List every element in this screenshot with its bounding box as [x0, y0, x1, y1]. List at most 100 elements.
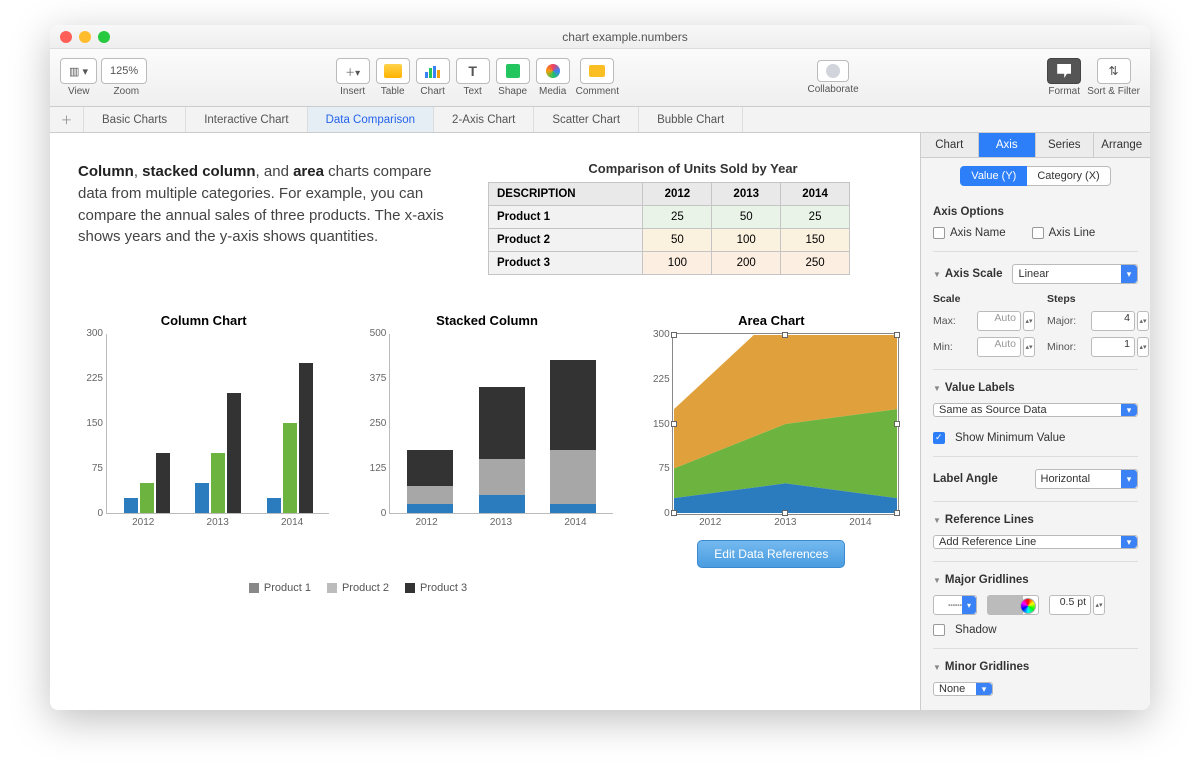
axis-name-label: Axis Name: [950, 227, 1006, 239]
minor-gridlines-disclosure[interactable]: Minor Gridlines: [933, 661, 1138, 673]
toolbar: ▥ ▾ 125% View Zoom ＋▾ Insert Table Chart T…: [50, 49, 1150, 107]
minimize-icon[interactable]: [79, 31, 91, 43]
text-icon: T: [468, 63, 477, 79]
view-label: View: [68, 86, 90, 97]
scale-max-stepper[interactable]: ▴▾: [1023, 311, 1035, 331]
steps-minor-stepper[interactable]: ▴▾: [1137, 337, 1149, 357]
gridline-color-well[interactable]: [987, 595, 1039, 615]
axis-scale-disclosure[interactable]: Axis Scale: [933, 268, 1002, 280]
show-min-label: Show Minimum Value: [955, 432, 1065, 444]
format-label: Format: [1048, 86, 1080, 97]
window: chart example.numbers ▥ ▾ 125% View Zoom …: [50, 25, 1150, 710]
chart-title: Area Chart: [645, 313, 898, 328]
shape-label: Shape: [498, 86, 527, 97]
sheet-tab[interactable]: Interactive Chart: [186, 107, 307, 132]
insert-button[interactable]: ＋▾: [336, 58, 370, 84]
canvas[interactable]: Column, stacked column, and area charts …: [50, 133, 920, 710]
axis-subtab[interactable]: Category (X): [1027, 166, 1110, 186]
chart-title: Column Chart: [78, 313, 329, 328]
zoom-button[interactable]: 125%: [101, 58, 147, 84]
area-chart-selected[interactable]: 300225150750: [673, 334, 898, 514]
sheet-tab[interactable]: 2-Axis Chart: [434, 107, 534, 132]
scale-header: Scale: [933, 293, 1035, 305]
scale-min-input[interactable]: Auto: [977, 337, 1021, 357]
zoom-label: Zoom: [114, 86, 140, 97]
steps-major-input[interactable]: 4: [1091, 311, 1135, 331]
media-label: Media: [539, 86, 566, 97]
chart-icon: [425, 64, 440, 78]
scale-max-input[interactable]: Auto: [977, 311, 1021, 331]
sheet-tabs: ＋ Basic ChartsInteractive ChartData Comp…: [50, 107, 1150, 133]
table-icon: [384, 64, 402, 78]
chart-label: Chart: [420, 86, 444, 97]
data-table[interactable]: DESCRIPTION201220132014Product 1255025Pr…: [488, 182, 850, 275]
major-gridlines-disclosure[interactable]: Major Gridlines: [933, 574, 1138, 586]
axis-line-checkbox[interactable]: [1032, 227, 1044, 239]
value-labels-select[interactable]: Same as Source Data: [933, 403, 1138, 417]
chart-legend: Product 1Product 2Product 3: [78, 582, 638, 594]
fullscreen-icon[interactable]: [98, 31, 110, 43]
add-sheet-button[interactable]: ＋: [50, 107, 84, 132]
shape-icon: [506, 64, 520, 78]
view-button[interactable]: ▥ ▾: [60, 58, 97, 84]
minor-gridlines-select[interactable]: None: [933, 682, 993, 696]
label-angle-label: Label Angle: [933, 473, 1025, 485]
add-reference-line-select[interactable]: Add Reference Line: [933, 535, 1138, 549]
edit-data-references-button[interactable]: Edit Data References: [697, 540, 845, 568]
table-label: Table: [381, 86, 405, 97]
sheet-tab[interactable]: Basic Charts: [84, 107, 186, 132]
shadow-checkbox[interactable]: [933, 624, 945, 636]
collaborate-label: Collaborate: [808, 84, 859, 95]
shape-button[interactable]: [496, 58, 530, 84]
sort-filter-button[interactable]: ⇅: [1097, 58, 1131, 84]
comment-label: Comment: [576, 86, 619, 97]
gridline-style-select[interactable]: ┄┄: [933, 595, 977, 615]
comment-icon: [589, 65, 605, 77]
shadow-label: Shadow: [955, 624, 997, 636]
axis-name-checkbox[interactable]: [933, 227, 945, 239]
axis-line-label: Axis Line: [1049, 227, 1096, 239]
steps-minor-input[interactable]: 1: [1091, 337, 1135, 357]
media-icon: [546, 64, 560, 78]
media-button[interactable]: [536, 58, 570, 84]
show-min-checkbox[interactable]: [933, 432, 945, 444]
titlebar: chart example.numbers: [50, 25, 1150, 49]
inspector: ChartAxisSeriesArrange Value (Y)Category…: [920, 133, 1150, 710]
text-label: Text: [463, 86, 481, 97]
inspector-tab[interactable]: Series: [1036, 133, 1094, 158]
inspector-tab[interactable]: Arrange: [1094, 133, 1151, 158]
collaborate-button[interactable]: [817, 60, 849, 82]
steps-major-stepper[interactable]: ▴▾: [1137, 311, 1149, 331]
comment-button[interactable]: [580, 58, 614, 84]
sheet-tab[interactable]: Bubble Chart: [639, 107, 743, 132]
chart-button[interactable]: [416, 58, 450, 84]
axis-subtab[interactable]: Value (Y): [960, 166, 1027, 186]
area-chart[interactable]: Area Chart 300225150750 201220132014 Edi…: [645, 313, 898, 568]
inspector-tab[interactable]: Chart: [921, 133, 979, 158]
scale-min-stepper[interactable]: ▴▾: [1023, 337, 1035, 357]
close-icon[interactable]: [60, 31, 72, 43]
insert-label: Insert: [340, 86, 365, 97]
intro-text: Column, stacked column, and area charts …: [78, 161, 458, 275]
inspector-tab[interactable]: Axis: [979, 133, 1037, 158]
label-angle-select[interactable]: Horizontal: [1035, 469, 1139, 489]
column-chart[interactable]: Column Chart 300225150750 201220132014: [78, 313, 329, 568]
reference-lines-disclosure[interactable]: Reference Lines: [933, 514, 1138, 526]
collaborate-icon: [826, 64, 840, 78]
format-button[interactable]: [1047, 58, 1081, 84]
gridline-width-stepper[interactable]: ▴▾: [1093, 595, 1105, 615]
text-button[interactable]: T: [456, 58, 490, 84]
sheet-tab[interactable]: Scatter Chart: [534, 107, 639, 132]
stacked-column-chart[interactable]: Stacked Column 5003752501250 20122013201…: [361, 313, 612, 568]
format-icon: [1057, 64, 1071, 78]
window-title: chart example.numbers: [110, 30, 1140, 44]
sort-label: Sort & Filter: [1087, 86, 1140, 97]
chart-title: Stacked Column: [361, 313, 612, 328]
value-labels-disclosure[interactable]: Value Labels: [933, 382, 1138, 394]
axis-scale-select[interactable]: Linear: [1012, 264, 1138, 284]
table-title: Comparison of Units Sold by Year: [488, 161, 898, 176]
gridline-width-input[interactable]: 0.5 pt: [1049, 595, 1091, 615]
sheet-tab[interactable]: Data Comparison: [308, 107, 434, 132]
table-button[interactable]: [376, 58, 410, 84]
sort-icon: ⇅: [1109, 64, 1119, 78]
